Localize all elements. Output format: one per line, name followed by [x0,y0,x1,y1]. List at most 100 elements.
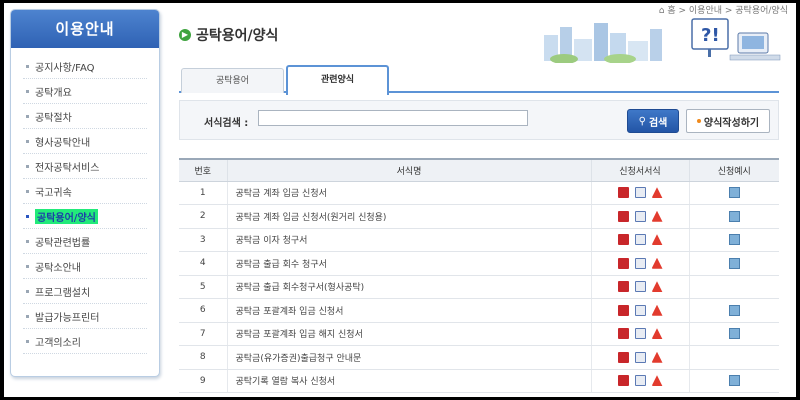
svg-text:?!: ?! [701,25,720,46]
pdf-file-icon[interactable] [651,281,663,293]
form-name: 공탁금 계좌 입금 신청서(원거리 신청용) [226,204,591,229]
tab-terms[interactable]: 공탁용어 [181,68,284,93]
tab-related-forms[interactable]: 관련양식 [286,65,389,95]
sidebar-item-label: 전자공탁서비스 [35,162,100,174]
row-number: 9 [179,369,227,393]
pdf-file-icon[interactable] [651,234,663,246]
word-file-icon[interactable] [634,257,646,269]
sidebar-item-terms-forms[interactable]: 공탁용어/양식 [23,204,147,229]
format-download-cell [590,204,689,229]
example-cell [688,298,779,323]
sidebar-item-office-info[interactable]: 공탁소안내 [23,254,147,279]
word-file-icon[interactable] [634,210,646,222]
hwp-file-icon[interactable] [617,210,629,222]
pdf-file-icon[interactable] [651,304,663,316]
word-file-icon[interactable] [634,234,646,246]
table-row: 8 공탁금(유가증권)출급청구 안내문 [179,345,779,370]
computer-icon [729,32,781,61]
pdf-file-icon[interactable] [651,375,663,387]
sidebar-item-e-service[interactable]: 전자공탁서비스 [23,154,147,179]
sidebar-item-label: 공탁관련법률 [35,237,91,249]
city-buildings-icon [544,23,662,63]
pdf-file-icon[interactable] [651,210,663,222]
sidebar-item-notice-faq[interactable]: 공지사항/FAQ [23,54,147,79]
row-number: 6 [179,298,227,323]
column-header-form-name: 서식명 [226,158,591,182]
sidebar-item-label: 공탁소안내 [35,262,81,274]
sidebar-item-procedure[interactable]: 공탁절차 [23,104,147,129]
sidebar-item-overview[interactable]: 공탁개요 [23,79,147,104]
sidebar-item-label: 공탁용어/양식 [35,208,98,224]
hwp-file-icon[interactable] [617,328,629,340]
hwp-file-icon[interactable] [617,304,629,316]
pdf-file-icon[interactable] [651,187,663,199]
form-name: 공탁금 출급 회수 청구서 [226,251,591,276]
save-icon[interactable] [728,187,740,199]
word-file-icon[interactable] [634,351,646,363]
example-cell [688,275,779,299]
save-icon[interactable] [728,234,740,246]
bullet-icon [696,119,701,123]
pdf-file-icon[interactable] [651,351,663,363]
form-name: 공탁금 포괄계좌 입금 해지 신청서 [226,322,591,346]
hwp-file-icon[interactable] [617,187,629,199]
table-row: 6 공탁금 포괄계좌 입금 신청서 [179,298,779,323]
sidebar-item-label: 형사공탁안내 [35,137,91,149]
magnifier-icon: ⚲ [638,115,646,127]
table-row: 4 공탁금 출급 회수 청구서 [179,251,779,276]
page-title: 공탁용어/양식 [196,28,279,44]
form-name: 공탁금 포괄계좌 입금 신청서 [226,298,591,323]
format-download-cell [590,369,689,393]
hwp-file-icon[interactable] [617,351,629,363]
sidebar-item-customer-voice[interactable]: 고객의소리 [23,329,147,354]
hwp-file-icon[interactable] [617,375,629,387]
sidebar-title: 이용안내 [11,10,159,48]
format-download-cell [590,322,689,346]
save-icon[interactable] [728,210,740,222]
hwp-file-icon[interactable] [617,257,629,269]
word-file-icon[interactable] [634,187,646,199]
write-form-button[interactable]: 양식작성하기 [686,109,770,133]
sidebar: 이용안내 공지사항/FAQ 공탁개요 공탁절차 형사공탁안내 전자공탁서비스 국… [10,9,160,377]
sidebar-item-laws[interactable]: 공탁관련법률 [23,229,147,254]
row-number: 8 [179,345,227,370]
word-file-icon[interactable] [634,375,646,387]
pdf-file-icon[interactable] [651,328,663,340]
save-icon[interactable] [728,375,740,387]
sidebar-item-program-install[interactable]: 프로그램설치 [23,279,147,304]
table-header-row: 번호 서식명 신청서서식 신청예시 [179,158,779,182]
header-illustration: ?! [544,18,781,63]
table-row: 7 공탁금 포괄계좌 입금 해지 신청서 [179,322,779,346]
sidebar-item-printers[interactable]: 발급가능프린터 [23,304,147,329]
word-file-icon[interactable] [634,328,646,340]
hwp-file-icon[interactable] [617,281,629,293]
example-cell [688,204,779,229]
column-header-example: 신청예시 [688,158,779,182]
sidebar-item-criminal-deposit[interactable]: 형사공탁안내 [23,129,147,154]
sidebar-item-label: 프로그램설치 [35,287,91,299]
table-row: 5 공탁금 출급 회수청구서(형사공탁) [179,275,779,299]
row-number: 7 [179,322,227,346]
sidebar-item-escheat[interactable]: 국고귀속 [23,179,147,204]
word-file-icon[interactable] [634,281,646,293]
column-header-number: 번호 [179,158,227,182]
pdf-file-icon[interactable] [651,257,663,269]
row-number: 2 [179,204,227,229]
sidebar-item-label: 공탁절차 [35,112,72,124]
table-row: 9 공탁기록 열람 복사 신청서 [179,369,779,393]
form-name: 공탁금 출급 회수청구서(형사공탁) [226,275,591,299]
search-label: 서식검색 : [204,118,249,129]
form-name: 공탁금 이자 청구서 [226,228,591,252]
row-number: 3 [179,228,227,252]
search-button[interactable]: ⚲ 검색 [627,109,679,133]
save-icon[interactable] [728,304,740,316]
table-row: 2 공탁금 계좌 입금 신청서(원거리 신청용) [179,204,779,229]
search-input[interactable] [258,110,528,126]
question-board-icon: ?! [691,18,729,57]
save-icon[interactable] [728,257,740,269]
search-button-label: 검색 [648,117,668,129]
hwp-file-icon[interactable] [617,234,629,246]
word-file-icon[interactable] [634,304,646,316]
format-download-cell [590,298,689,323]
save-icon[interactable] [728,328,740,340]
